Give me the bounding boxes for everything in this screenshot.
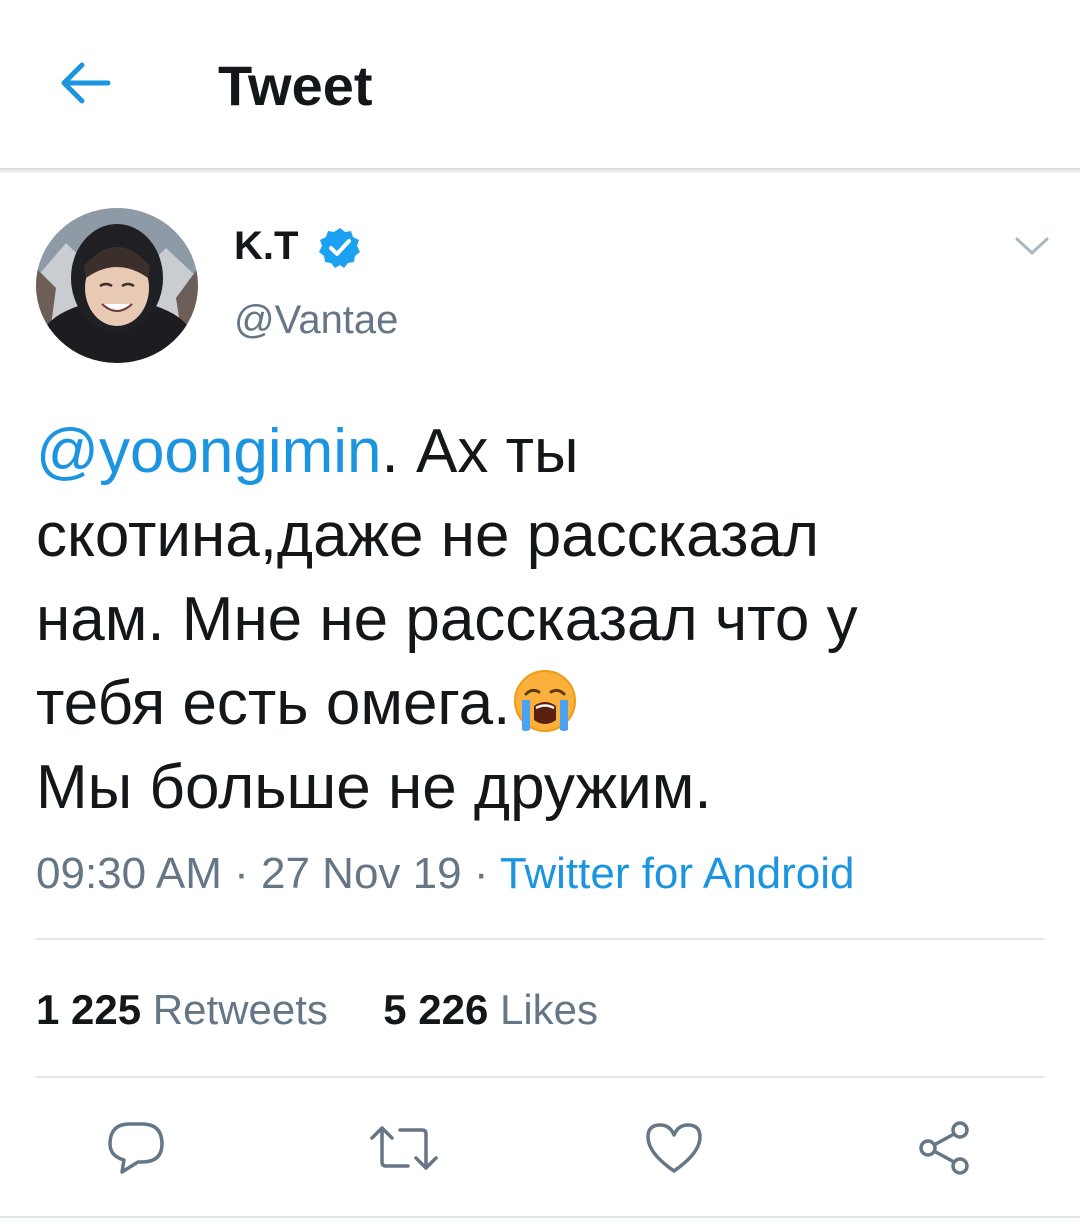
page-title: Tweet [218, 54, 373, 117]
user-handle[interactable]: @Vantae [234, 296, 398, 344]
retweet-button[interactable] [366, 1110, 442, 1186]
retweet-icon [370, 1126, 438, 1170]
display-name[interactable]: K.T [234, 222, 298, 270]
retweets-label: Retweets [152, 986, 328, 1033]
tweet-source-link[interactable]: Twitter for Android [500, 849, 855, 898]
like-icon [646, 1123, 702, 1173]
divider [36, 1076, 1044, 1078]
tweet-menu-button[interactable] [1010, 226, 1054, 266]
tweet-line: скотина,даже не рассказал [36, 501, 820, 570]
retweets-count: 1 225 [36, 986, 142, 1033]
likes-stat[interactable]: 5 226 Likes [383, 986, 598, 1033]
likes-count: 5 226 [383, 986, 489, 1033]
retweets-stat[interactable]: 1 225 Retweets [36, 986, 328, 1033]
tweet-time: 09:30 AM [36, 849, 222, 898]
tweet-line: @yoongimin. Ах ты [36, 410, 1046, 494]
tweet-line-text: . Ах ты [381, 417, 579, 486]
avatar-photo [36, 208, 198, 363]
tweet-text: @yoongimin. Ах ты скотина,даже не расска… [36, 410, 1046, 830]
share-icon [919, 1121, 969, 1175]
tweet-line-text: тебя есть омега. [36, 669, 511, 738]
tweet-meta: 09:30 AM · 27 Nov 19 · Twitter for Andro… [36, 846, 855, 902]
avatar[interactable] [36, 208, 198, 363]
mention-link[interactable]: @yoongimin [36, 417, 382, 486]
arrow-left-icon [61, 62, 111, 104]
top-app-bar: Tweet [0, 0, 1080, 168]
divider [36, 938, 1044, 940]
meta-separator: · [221, 849, 262, 898]
tweet-line: Мы больше не дружим. [36, 753, 712, 822]
divider [0, 1216, 1080, 1218]
loudly-crying-face-emoji [514, 670, 577, 732]
tweet-stats: 1 225 Retweets 5 226 Likes [36, 984, 598, 1036]
tweet-date: 27 Nov 19 [261, 849, 462, 898]
reply-button[interactable] [98, 1110, 174, 1186]
reply-icon [108, 1122, 164, 1174]
header-divider [0, 168, 1080, 173]
meta-separator: · [461, 849, 500, 898]
chevron-down-icon [1015, 237, 1049, 255]
like-button[interactable] [636, 1110, 712, 1186]
likes-label: Likes [499, 986, 599, 1033]
tweet-line: нам. Мне не рассказал что у [36, 585, 858, 654]
verified-badge-icon [319, 228, 360, 268]
tweet-line: тебя есть омега. [36, 662, 1046, 746]
share-button[interactable] [906, 1110, 982, 1186]
tweet-actions [0, 1110, 1080, 1186]
back-button[interactable] [48, 52, 120, 114]
